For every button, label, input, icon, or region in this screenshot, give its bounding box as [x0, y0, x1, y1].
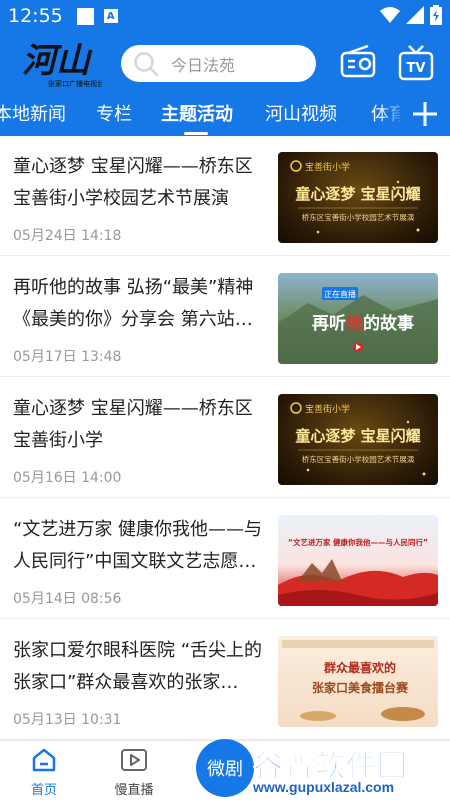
status-bar: 12:55 A [0, 0, 450, 32]
news-title: “文艺进万家 健康你我他——与人民同行”中国文联文艺志愿… [13, 519, 263, 572]
thumb-line2: 张家口美食擂台赛 [312, 680, 409, 695]
news-thumbnail: 宝善街小学 童心逐梦 宝星闪耀 桥东区宝善街小学校园艺术节展演 [278, 152, 438, 243]
svg-text:河山: 河山 [22, 41, 93, 81]
thumb-school: 宝善街小学 [305, 161, 350, 173]
thumb-school: 宝善街小学 [305, 403, 350, 415]
news-title: 童心逐梦 宝星闪耀——桥东区宝善街小学 [13, 398, 253, 451]
micro-drama-button[interactable]: 微剧 [196, 739, 254, 797]
svg-text:再听他的故事: 再听他的故事 [312, 313, 414, 334]
thumb-line1: 群众最喜欢的 [323, 660, 396, 675]
svg-text:张家口广播电视台: 张家口广播电视台 [48, 79, 102, 88]
search-icon [134, 51, 159, 76]
battery-icon [430, 5, 442, 25]
tab-heshan-video[interactable]: 河山视频 [265, 100, 337, 126]
accessibility-a-icon: A [103, 9, 118, 23]
news-list: 童心逐梦 宝星闪耀——桥东区宝善街小学校园艺术节展演 05月24日 14:18 … [0, 136, 450, 740]
category-tabs: 本地新闻 专栏 主题活动 河山视频 体育 [0, 92, 450, 136]
news-time: 05月13日 10:31 [13, 712, 122, 728]
news-thumbnail: 宝善街小学 童心逐梦 宝星闪耀 桥东区宝善街小学校园艺术节展演 [278, 394, 438, 485]
watermark: 谷普软件园 www.gupuxlazal.com [249, 741, 450, 801]
tab-local-news[interactable]: 本地新闻 [0, 100, 66, 126]
signal-icon [406, 6, 424, 24]
search-placeholder: 今日法苑 [171, 55, 236, 75]
wifi-icon [380, 7, 400, 23]
news-item[interactable]: 童心逐梦 宝星闪耀——桥东区宝善街小学校园艺术节展演 05月24日 14:18 … [0, 136, 450, 256]
news-thumbnail: 正在直播 再听他的故事 [278, 273, 438, 364]
thumb-caption: 桥东区宝善街小学校园艺术节展演 [302, 212, 415, 222]
news-thumbnail: 群众最喜欢的 张家口美食擂台赛 [278, 636, 438, 727]
news-item[interactable]: “文艺进万家 健康你我他——与人民同行”中国文联文艺志愿… 05月14日 08:… [0, 499, 450, 619]
news-time: 05月24日 14:18 [13, 228, 122, 244]
status-time: 12:55 [8, 5, 63, 27]
watermark-url: www.gupuxlazal.com [253, 779, 395, 795]
tab-columns[interactable]: 专栏 [96, 100, 132, 126]
active-tab-indicator [184, 132, 208, 135]
plus-icon [413, 102, 437, 126]
news-item[interactable]: 再听他的故事 弘扬“最美”精神《最美的你》分享会 第六站… 05月17日 13:… [0, 257, 450, 377]
thumb-headline: 童心逐梦 宝星闪耀 [295, 427, 420, 445]
news-thumbnail: “文艺进万家 健康你我他——与人民同行” [278, 515, 438, 606]
nav-home[interactable]: 首页 [14, 747, 74, 798]
news-title: 张家口爱尔眼科医院 “舌尖上的张家口”群众最喜欢的张家… [13, 640, 263, 693]
thumb-headline: “文艺进万家 健康你我他——与人民同行” [288, 537, 428, 547]
nav-slow-live-label: 慢直播 [114, 783, 154, 798]
search-bar[interactable]: 今日法苑 [121, 45, 316, 82]
news-time: 05月14日 08:56 [13, 591, 122, 607]
tab-theme-activities[interactable]: 主题活动 [161, 100, 233, 126]
add-channel-button[interactable] [400, 92, 450, 136]
thumb-headline: 童心逐梦 宝星闪耀 [295, 185, 420, 203]
tv-icon: TV [398, 45, 434, 81]
play-video-icon [121, 749, 147, 771]
thumb-caption: 桥东区宝善街小学校园艺术节展演 [302, 454, 415, 464]
app-header: 河山 张家口广播电视台 今日法苑 TV [0, 32, 450, 92]
tv-button[interactable]: TV [398, 44, 434, 82]
news-title: 童心逐梦 宝星闪耀——桥东区宝善街小学校园艺术节展演 [13, 156, 253, 209]
news-time: 05月16日 14:00 [13, 470, 122, 486]
news-title: 再听他的故事 弘扬“最美”精神《最美的你》分享会 第六站… [13, 277, 254, 330]
thumb-badge: 正在直播 [324, 289, 356, 299]
news-item[interactable]: 童心逐梦 宝星闪耀——桥东区宝善街小学 05月16日 14:00 宝善街小学 童… [0, 378, 450, 498]
radio-button[interactable] [340, 44, 376, 80]
news-time: 05月17日 13:48 [13, 349, 122, 365]
app-logo[interactable]: 河山 张家口广播电视台 [18, 36, 104, 90]
news-item[interactable]: 张家口爱尔眼科医院 “舌尖上的张家口”群众最喜欢的张家… 05月13日 10:3… [0, 620, 450, 740]
micro-drama-label: 微剧 [207, 759, 243, 780]
nav-home-label: 首页 [30, 783, 57, 798]
svg-text:TV: TV [407, 61, 426, 76]
radio-icon [340, 44, 376, 78]
notification-square-icon [76, 7, 94, 25]
home-icon [32, 748, 56, 772]
nav-slow-live[interactable]: 慢直播 [104, 747, 164, 798]
